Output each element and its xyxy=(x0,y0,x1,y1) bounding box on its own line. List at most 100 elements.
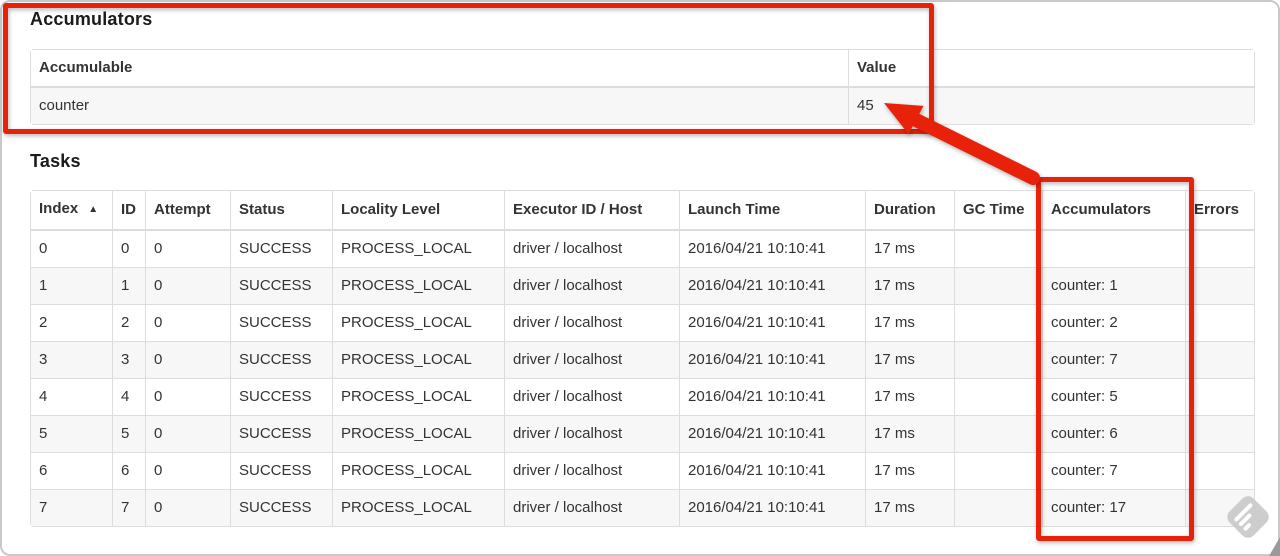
index-column-header[interactable]: Index ▲ xyxy=(31,191,113,231)
id-cell: 2 xyxy=(113,305,146,342)
launch-time-cell: 2016/04/21 10:10:41 xyxy=(680,342,866,379)
gc-time-column-header[interactable]: GC Time xyxy=(955,191,1043,231)
locality-level-cell: PROCESS_LOCAL xyxy=(333,379,505,416)
attempt-column-header[interactable]: Attempt xyxy=(146,191,231,231)
tasks-table-body: 0 0 0 SUCCESS PROCESS_LOCAL driver / loc… xyxy=(31,231,1254,526)
duration-cell: 17 ms xyxy=(866,231,955,268)
status-cell: SUCCESS xyxy=(231,453,333,490)
gc-time-cell xyxy=(955,342,1043,379)
locality-level-cell: PROCESS_LOCAL xyxy=(333,305,505,342)
attempt-cell: 0 xyxy=(146,453,231,490)
duration-cell: 17 ms xyxy=(866,268,955,305)
status-cell: SUCCESS xyxy=(231,305,333,342)
tasks-table: Index ▲ ID Attempt Status Locality Level … xyxy=(30,190,1255,527)
duration-cell: 17 ms xyxy=(866,416,955,453)
accumulators-cell: counter: 5 xyxy=(1043,379,1186,416)
launch-time-column-header[interactable]: Launch Time xyxy=(680,191,866,231)
accumulators-cell: counter: 6 xyxy=(1043,416,1186,453)
locality-level-cell: PROCESS_LOCAL xyxy=(333,268,505,305)
executor-id-host-cell: driver / localhost xyxy=(505,268,680,305)
id-column-header[interactable]: ID xyxy=(113,191,146,231)
errors-cell xyxy=(1186,453,1254,490)
index-cell: 2 xyxy=(31,305,113,342)
attempt-cell: 0 xyxy=(146,416,231,453)
status-cell: SUCCESS xyxy=(231,490,333,526)
executor-id-host-column-header[interactable]: Executor ID / Host xyxy=(505,191,680,231)
locality-level-column-header[interactable]: Locality Level xyxy=(333,191,505,231)
gc-time-cell xyxy=(955,379,1043,416)
id-cell: 7 xyxy=(113,490,146,526)
errors-cell xyxy=(1186,490,1254,526)
value-column-header[interactable]: Value xyxy=(849,50,1254,88)
id-cell: 5 xyxy=(113,416,146,453)
errors-cell xyxy=(1186,416,1254,453)
accumulators-cell: counter: 7 xyxy=(1043,342,1186,379)
table-row: 6 6 0 SUCCESS PROCESS_LOCAL driver / loc… xyxy=(31,453,1254,490)
errors-cell xyxy=(1186,305,1254,342)
launch-time-cell: 2016/04/21 10:10:41 xyxy=(680,268,866,305)
index-cell: 7 xyxy=(31,490,113,526)
executor-id-host-cell: driver / localhost xyxy=(505,490,680,526)
id-cell: 3 xyxy=(113,342,146,379)
accumulators-cell: counter: 17 xyxy=(1043,490,1186,526)
gc-time-cell xyxy=(955,453,1043,490)
launch-time-cell: 2016/04/21 10:10:41 xyxy=(680,379,866,416)
accumulators-cell: counter: 7 xyxy=(1043,453,1186,490)
annotation-arrow-shaft xyxy=(909,113,1040,185)
duration-cell: 17 ms xyxy=(866,490,955,526)
table-row: 2 2 0 SUCCESS PROCESS_LOCAL driver / loc… xyxy=(31,305,1254,342)
attempt-cell: 0 xyxy=(146,305,231,342)
accumulators-column-header[interactable]: Accumulators xyxy=(1043,191,1186,231)
id-cell: 4 xyxy=(113,379,146,416)
duration-column-header[interactable]: Duration xyxy=(866,191,955,231)
table-row: 5 5 0 SUCCESS PROCESS_LOCAL driver / loc… xyxy=(31,416,1254,453)
errors-cell xyxy=(1186,342,1254,379)
index-cell: 5 xyxy=(31,416,113,453)
errors-column-header[interactable]: Errors xyxy=(1186,191,1254,231)
gc-time-cell xyxy=(955,490,1043,526)
locality-level-cell: PROCESS_LOCAL xyxy=(333,416,505,453)
accumulable-value-cell: 45 xyxy=(849,88,1254,124)
index-cell: 3 xyxy=(31,342,113,379)
id-cell: 6 xyxy=(113,453,146,490)
launch-time-cell: 2016/04/21 10:10:41 xyxy=(680,490,866,526)
index-column-label: Index xyxy=(39,200,79,217)
launch-time-cell: 2016/04/21 10:10:41 xyxy=(680,231,866,268)
executor-id-host-cell: driver / localhost xyxy=(505,453,680,490)
executor-id-host-cell: driver / localhost xyxy=(505,416,680,453)
accumulators-table: Accumulable Value counter 45 xyxy=(30,49,1255,125)
gc-time-cell xyxy=(955,231,1043,268)
locality-level-cell: PROCESS_LOCAL xyxy=(333,453,505,490)
accumulators-header-row: Accumulable Value xyxy=(31,50,1254,88)
accumulators-cell: counter: 1 xyxy=(1043,268,1186,305)
sort-ascending-icon: ▲ xyxy=(88,204,99,215)
index-cell: 0 xyxy=(31,231,113,268)
table-row: 0 0 0 SUCCESS PROCESS_LOCAL driver / loc… xyxy=(31,231,1254,268)
errors-cell xyxy=(1186,231,1254,268)
id-cell: 1 xyxy=(113,268,146,305)
duration-cell: 17 ms xyxy=(866,305,955,342)
accumulator-row: counter 45 xyxy=(31,88,1254,124)
launch-time-cell: 2016/04/21 10:10:41 xyxy=(680,305,866,342)
accumulable-name-cell: counter xyxy=(31,88,849,124)
attempt-cell: 0 xyxy=(146,379,231,416)
tasks-section-title: Tasks xyxy=(30,151,81,171)
executor-id-host-cell: driver / localhost xyxy=(505,342,680,379)
executor-id-host-cell: driver / localhost xyxy=(505,379,680,416)
errors-cell xyxy=(1186,379,1254,416)
duration-cell: 17 ms xyxy=(866,342,955,379)
attempt-cell: 0 xyxy=(146,268,231,305)
launch-time-cell: 2016/04/21 10:10:41 xyxy=(680,416,866,453)
accumulable-column-header[interactable]: Accumulable xyxy=(31,50,849,88)
accumulators-section-title: Accumulators xyxy=(30,9,153,29)
attempt-cell: 0 xyxy=(146,231,231,268)
locality-level-cell: PROCESS_LOCAL xyxy=(333,490,505,526)
status-cell: SUCCESS xyxy=(231,416,333,453)
status-cell: SUCCESS xyxy=(231,379,333,416)
status-cell: SUCCESS xyxy=(231,231,333,268)
index-cell: 6 xyxy=(31,453,113,490)
status-column-header[interactable]: Status xyxy=(231,191,333,231)
index-cell: 1 xyxy=(31,268,113,305)
locality-level-cell: PROCESS_LOCAL xyxy=(333,231,505,268)
errors-cell xyxy=(1186,268,1254,305)
